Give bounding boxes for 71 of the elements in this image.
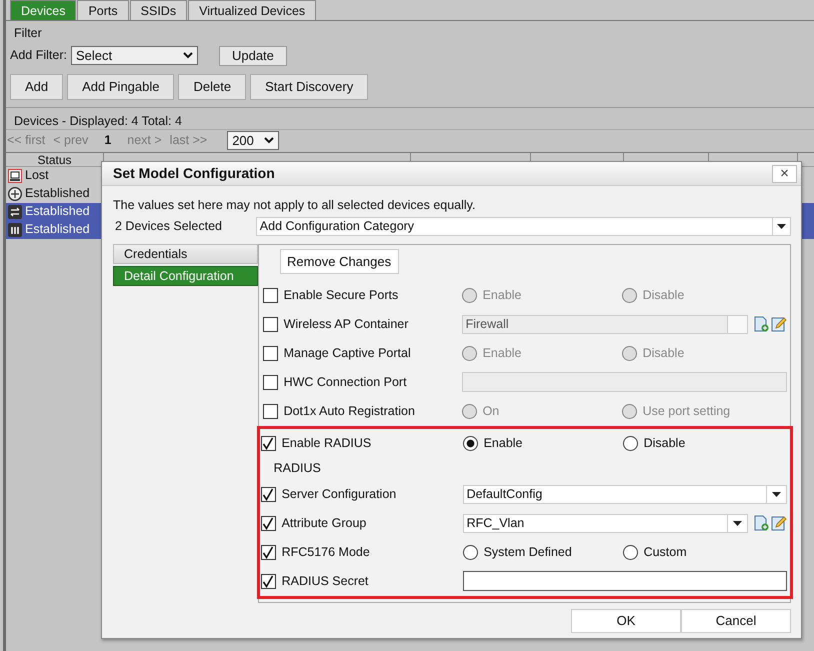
section-heading: RADIUS bbox=[274, 460, 321, 478]
filter-label: Add Filter: bbox=[10, 47, 67, 64]
radio-button[interactable] bbox=[462, 544, 478, 560]
new-document-icon bbox=[753, 515, 769, 532]
monitor-icon bbox=[8, 168, 22, 183]
select-field[interactable]: DefaultConfig bbox=[462, 484, 787, 504]
caret-icon bbox=[733, 520, 742, 526]
page-size-select[interactable]: 200 bbox=[227, 131, 280, 150]
option-label: On bbox=[482, 402, 500, 420]
action-button[interactable]: Start Discovery bbox=[250, 74, 368, 100]
field-label: RFC5176 Mode bbox=[282, 544, 370, 561]
chevron-down-icon bbox=[182, 52, 193, 60]
action-button[interactable]: Add Pingable bbox=[67, 74, 174, 100]
radio-button[interactable] bbox=[462, 436, 478, 451]
nav-tab[interactable]: Detail Configuration bbox=[113, 266, 258, 286]
edit-icon bbox=[771, 316, 787, 332]
tab[interactable]: SSIDs bbox=[130, 0, 188, 20]
radio-button[interactable] bbox=[622, 544, 638, 560]
field-label: Dot1x Auto Registration bbox=[284, 402, 415, 420]
tab[interactable]: Virtualized Devices bbox=[188, 0, 316, 20]
category-select[interactable]: Add Configuration Category bbox=[256, 216, 791, 236]
field-label: Server Configuration bbox=[282, 486, 396, 503]
chevron-down-icon bbox=[264, 137, 274, 144]
new-document-icon bbox=[753, 316, 769, 332]
field-label: Manage Captive Portal bbox=[284, 344, 411, 362]
pager-link[interactable]: 1 bbox=[104, 131, 112, 150]
option-label: Disable bbox=[642, 344, 684, 362]
option-label: Enable bbox=[482, 344, 522, 362]
action-button[interactable]: Add bbox=[10, 74, 64, 100]
close-button[interactable]: × bbox=[772, 164, 797, 182]
text-field[interactable] bbox=[462, 571, 787, 592]
devices-selected-label: 2 Devices Selected bbox=[114, 218, 224, 235]
option-label: Custom bbox=[644, 544, 687, 561]
option-label: Use port setting bbox=[642, 402, 730, 420]
dialog-note: The values set here may not apply to all selected devices equally. bbox=[113, 197, 476, 214]
dialog-button[interactable]: OK bbox=[571, 608, 681, 633]
select-field[interactable]: RFC_Vlan bbox=[462, 514, 748, 533]
field-label: Attribute Group bbox=[282, 514, 366, 532]
field-label: RADIUS Secret bbox=[282, 572, 368, 590]
filter-select[interactable]: Select bbox=[70, 46, 198, 66]
bars-icon bbox=[8, 222, 22, 237]
caret-icon bbox=[777, 224, 786, 229]
field-label: Enable Secure Ports bbox=[284, 286, 398, 304]
remove-changes-button[interactable]: Remove Changes bbox=[280, 248, 399, 274]
nav-tab[interactable]: Credentials bbox=[113, 244, 258, 264]
tab[interactable]: Ports bbox=[77, 0, 129, 20]
option-label: Disable bbox=[642, 286, 684, 304]
dialog-button[interactable]: Cancel bbox=[681, 608, 791, 633]
field-label: Wireless AP Container bbox=[284, 316, 408, 333]
edit-icon bbox=[771, 515, 787, 532]
network-icon bbox=[8, 186, 22, 201]
update-button[interactable]: Update bbox=[218, 46, 287, 66]
caret-icon bbox=[772, 492, 781, 497]
field-label: Enable RADIUS bbox=[282, 434, 372, 452]
option-label: Enable bbox=[484, 434, 523, 452]
option-label: Enable bbox=[482, 286, 522, 304]
checkbox[interactable] bbox=[260, 486, 276, 502]
checkbox[interactable] bbox=[260, 436, 276, 451]
arrows-icon bbox=[8, 204, 22, 219]
tab[interactable]: Devices bbox=[10, 0, 76, 20]
radio-button[interactable] bbox=[622, 436, 638, 451]
checkbox[interactable] bbox=[260, 516, 276, 531]
option-label: System Defined bbox=[484, 544, 572, 561]
filter-heading: Filter bbox=[14, 25, 43, 42]
option-label: Disable bbox=[644, 434, 686, 452]
action-button[interactable]: Delete bbox=[178, 74, 246, 100]
field-label: HWC Connection Port bbox=[284, 374, 407, 391]
devices-summary: Devices - Displayed: 4 Total: 4 bbox=[14, 114, 182, 128]
checkbox[interactable] bbox=[260, 574, 276, 589]
checkbox[interactable] bbox=[260, 544, 276, 560]
dialog-title-bar: Set Model Configuration × bbox=[102, 162, 801, 186]
